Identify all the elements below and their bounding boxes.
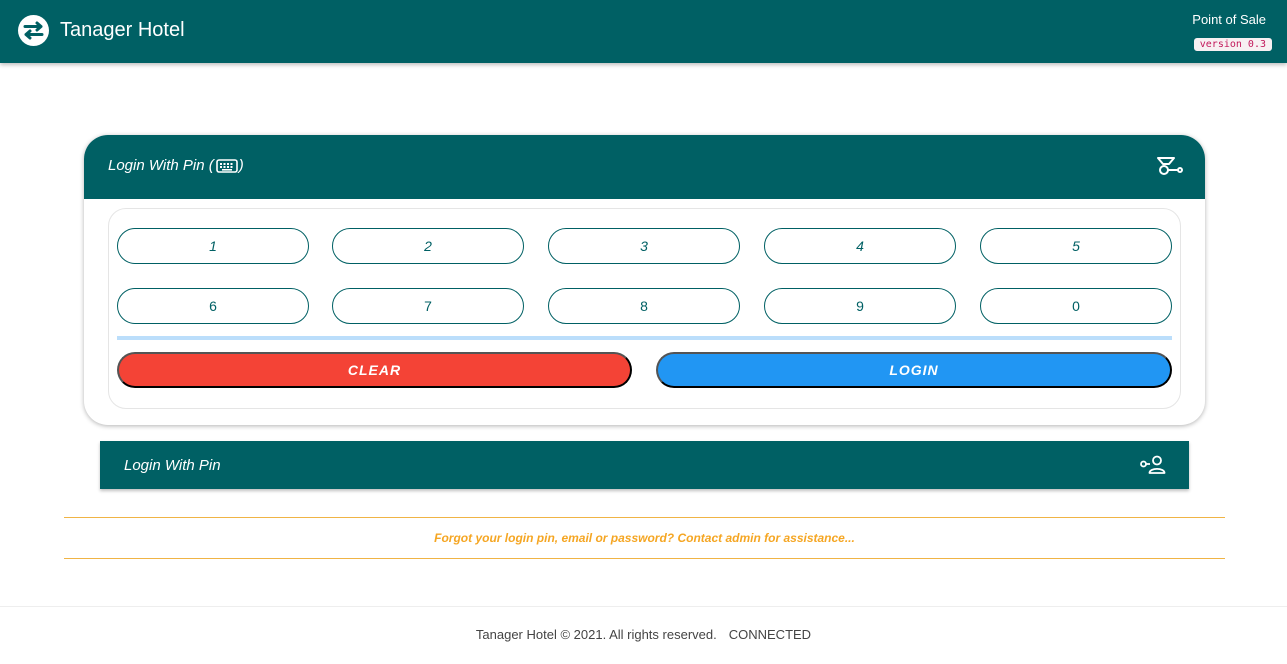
pin-card-title-close: ) <box>238 157 244 174</box>
key-1-button[interactable]: 1 <box>117 228 309 264</box>
key-8-button[interactable]: 8 <box>548 288 740 324</box>
key-9-button[interactable]: 9 <box>764 288 956 324</box>
pin-login-card: Login With Pin ( ) 1 2 3 4 5 6 7 8 9 0 C… <box>84 135 1205 425</box>
key-5-button[interactable]: 5 <box>980 228 1172 264</box>
version-badge: version 0.3 <box>1193 38 1272 51</box>
keyboard-icon <box>215 158 238 173</box>
pin-card-title: Login With Pin ( ) <box>108 157 244 174</box>
connection-status: CONNECTED <box>728 627 812 642</box>
brand[interactable]: Tanager Hotel <box>17 14 185 47</box>
key-0-button[interactable]: 0 <box>980 288 1172 324</box>
pin-progress-line <box>117 336 1172 340</box>
pin-card-title-text: Login With Pin ( <box>108 157 214 174</box>
help-notice-text: Forgot your login pin, email or password… <box>434 531 855 545</box>
alt-login-bar[interactable]: Login With Pin <box>100 441 1189 489</box>
brand-name: Tanager Hotel <box>60 19 185 41</box>
footer: Tanager Hotel © 2021. All rights reserve… <box>0 606 1287 664</box>
swap-circle-icon <box>18 15 49 46</box>
pin-keypad: 1 2 3 4 5 6 7 8 9 0 CLEAR LOGIN <box>108 208 1181 409</box>
clear-button[interactable]: CLEAR <box>117 352 632 388</box>
pin-card-header: Login With Pin ( ) <box>84 135 1205 199</box>
alt-login-title: Login With Pin <box>124 457 221 474</box>
key-2-button[interactable]: 2 <box>332 228 524 264</box>
key-7-button[interactable]: 7 <box>332 288 524 324</box>
key-6-button[interactable]: 6 <box>117 288 309 324</box>
app-label: Point of Sale <box>1192 12 1266 27</box>
top-app-bar: Tanager Hotel Point of Sale version 0.3 <box>0 0 1287 63</box>
user-key-icon[interactable] <box>1140 455 1166 475</box>
help-notice: Forgot your login pin, email or password… <box>64 517 1225 559</box>
login-button[interactable]: LOGIN <box>656 352 1172 388</box>
key-4-button[interactable]: 4 <box>764 228 956 264</box>
copyright-text: Tanager Hotel © 2021. All rights reserve… <box>475 627 717 642</box>
key-icon[interactable] <box>1157 156 1183 176</box>
key-3-button[interactable]: 3 <box>548 228 740 264</box>
